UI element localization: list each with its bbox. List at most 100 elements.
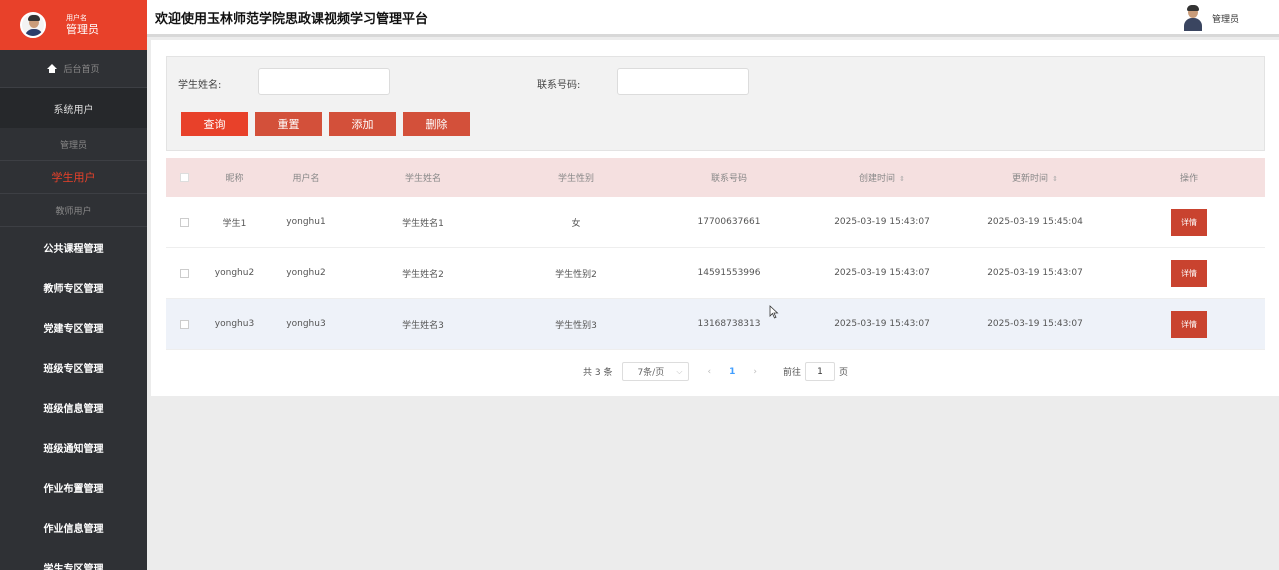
cell-username: yonghu1 [286,217,326,227]
cell-gender: 女 [571,218,581,229]
select-all-cell [166,173,202,182]
column-header-updated[interactable]: 更新时间 ⇕ [957,171,1113,184]
column-header: 联系号码 [710,174,747,184]
page-size-value: 7条/页 [637,368,665,378]
sidebar: 用户名 管理员 后台首页 系统用户 管理员 学生用户 教师用户 公共课程管理 教… [0,0,147,570]
prev-page-icon[interactable]: ‹ [707,367,711,377]
cell-username: yonghu2 [286,268,326,278]
cell-action: 详情 [1113,310,1265,338]
pagination: 共 3 条 7条/页 ⌵ ‹ 1 › 前往 1 页 [583,362,848,381]
sidebar-item-student-users[interactable]: 学生用户 [0,161,147,194]
home-icon [47,64,58,73]
student-table: 昵称 用户名 学生姓名 学生性别 联系号码 创建时间 ⇕ 更新时间 ⇕ 操作 学生1… [166,158,1265,350]
cell-name: 学生姓名3 [402,320,444,331]
column-header-created[interactable]: 创建时间 ⇕ [807,171,957,184]
row-select-cell [166,217,202,227]
goto-label: 前往 [782,368,801,378]
cell-nick: yonghu2 [214,268,255,278]
sidebar-item-admin[interactable]: 管理员 [0,128,147,161]
sidebar-item-student-zone[interactable]: 学生专区管理 [0,547,147,570]
cell-created: 2025-03-19 15:43:07 [834,319,930,329]
row-select-cell [166,319,202,329]
reset-button[interactable]: 重置 [255,112,322,136]
cell-updated: 2025-03-19 15:43:07 [987,268,1083,278]
cell-gender: 学生性别3 [555,320,597,331]
next-page-icon[interactable]: › [753,367,757,377]
cell-gender: 学生性别2 [555,269,597,280]
top-bar: 欢迎使用玉林师范学院思政课视频学习管理平台 管理员 [147,0,1279,37]
detail-button[interactable]: 详情 [1171,208,1207,236]
column-header-label: 创建时间 [859,174,896,184]
cell-username: yonghu3 [286,319,326,329]
cell-name: 学生姓名1 [402,218,444,229]
mouse-cursor-icon [769,305,779,319]
cell-action: 详情 [1113,259,1265,287]
sidebar-item-class-info[interactable]: 班级信息管理 [0,387,147,427]
cell-phone: 13168738313 [697,319,761,329]
select-all-checkbox[interactable] [179,173,189,182]
cell-created: 2025-03-19 15:43:07 [834,217,930,227]
user-box: 用户名 管理员 [0,0,147,50]
column-header-label: 更新时间 [1012,174,1049,184]
add-button[interactable]: 添加 [329,112,396,136]
phone-input[interactable] [617,68,749,95]
column-header: 学生性别 [557,174,594,184]
page-title: 欢迎使用玉林师范学院思政课视频学习管理平台 [155,11,429,27]
cell-phone: 14591553996 [697,268,761,278]
column-header: 操作 [1179,174,1198,184]
page-number[interactable]: 1 [729,367,735,377]
sidebar-item-home[interactable]: 后台首页 [0,50,147,88]
user-info: 用户名 管理员 [66,14,99,37]
sidebar-item-class-zone[interactable]: 班级专区管理 [0,347,147,387]
column-header: 昵称 [225,174,244,184]
sidebar-item-public-courses[interactable]: 公共课程管理 [0,227,147,267]
detail-button[interactable]: 详情 [1171,310,1207,338]
student-name-input[interactable] [258,68,390,95]
chevron-down-icon: ⌵ [676,367,683,376]
sort-icon[interactable]: ⇕ [1052,175,1058,183]
table-row: yonghu2 yonghu2 学生姓名2 学生性别2 14591553996 … [166,248,1265,299]
sidebar-item-homework-info[interactable]: 作业信息管理 [0,507,147,547]
search-panel: 学生姓名: 联系号码: 查询 重置 添加 删除 [166,56,1265,151]
total-count: 共 3 条 [583,368,613,378]
row-select-cell [166,268,202,278]
avatar [1183,5,1202,31]
row-checkbox[interactable] [179,319,189,329]
sidebar-item-teacher-users[interactable]: 教师用户 [0,194,147,227]
sidebar-item-homework-assign[interactable]: 作业布置管理 [0,467,147,507]
sort-icon[interactable]: ⇕ [899,175,905,183]
cell-updated: 2025-03-19 15:43:07 [987,319,1083,329]
sidebar-item-party-zone[interactable]: 党建专区管理 [0,307,147,347]
row-checkbox[interactable] [179,268,189,278]
table-header: 昵称 用户名 学生姓名 学生性别 联系号码 创建时间 ⇕ 更新时间 ⇕ 操作 [166,158,1265,197]
cell-updated: 2025-03-19 15:45:04 [987,217,1083,227]
cell-phone: 17700637661 [697,217,761,227]
table-row: yonghu3 yonghu3 学生姓名3 学生性别3 13168738313 … [166,299,1265,350]
detail-button[interactable]: 详情 [1171,259,1207,287]
page-size-select[interactable]: 7条/页 ⌵ [622,362,690,381]
cell-action: 详情 [1113,208,1265,236]
delete-button[interactable]: 删除 [403,112,470,136]
sidebar-group-system-users[interactable]: 系统用户 [0,88,147,128]
cell-created: 2025-03-19 15:43:07 [834,268,930,278]
column-header: 学生姓名 [404,174,441,184]
main-content: 学生姓名: 联系号码: 查询 重置 添加 删除 昵称 用户名 学生姓名 学生性别… [151,40,1279,396]
user-label-big: 管理员 [66,22,99,36]
page-unit-label: 页 [838,368,848,378]
cell-name: 学生姓名2 [402,269,444,280]
row-checkbox[interactable] [179,217,189,227]
sidebar-item-class-notice[interactable]: 班级通知管理 [0,427,147,467]
query-button[interactable]: 查询 [181,112,248,136]
cell-nick: yonghu3 [214,319,255,329]
sidebar-item-teacher-zone[interactable]: 教师专区管理 [0,267,147,307]
goto-page-input[interactable]: 1 [804,362,835,381]
admin-name: 管理员 [1211,14,1239,25]
cell-nick: 学生1 [222,218,247,229]
table-row: 学生1 yonghu1 学生姓名1 女 17700637661 2025-03-… [166,197,1265,248]
column-header: 用户名 [292,174,320,184]
phone-label: 联系号码: [537,80,581,91]
avatar [20,12,46,38]
admin-menu[interactable]: 管理员 [1183,5,1239,31]
sidebar-item-label: 后台首页 [63,65,100,75]
student-name-label: 学生姓名: [178,80,222,91]
